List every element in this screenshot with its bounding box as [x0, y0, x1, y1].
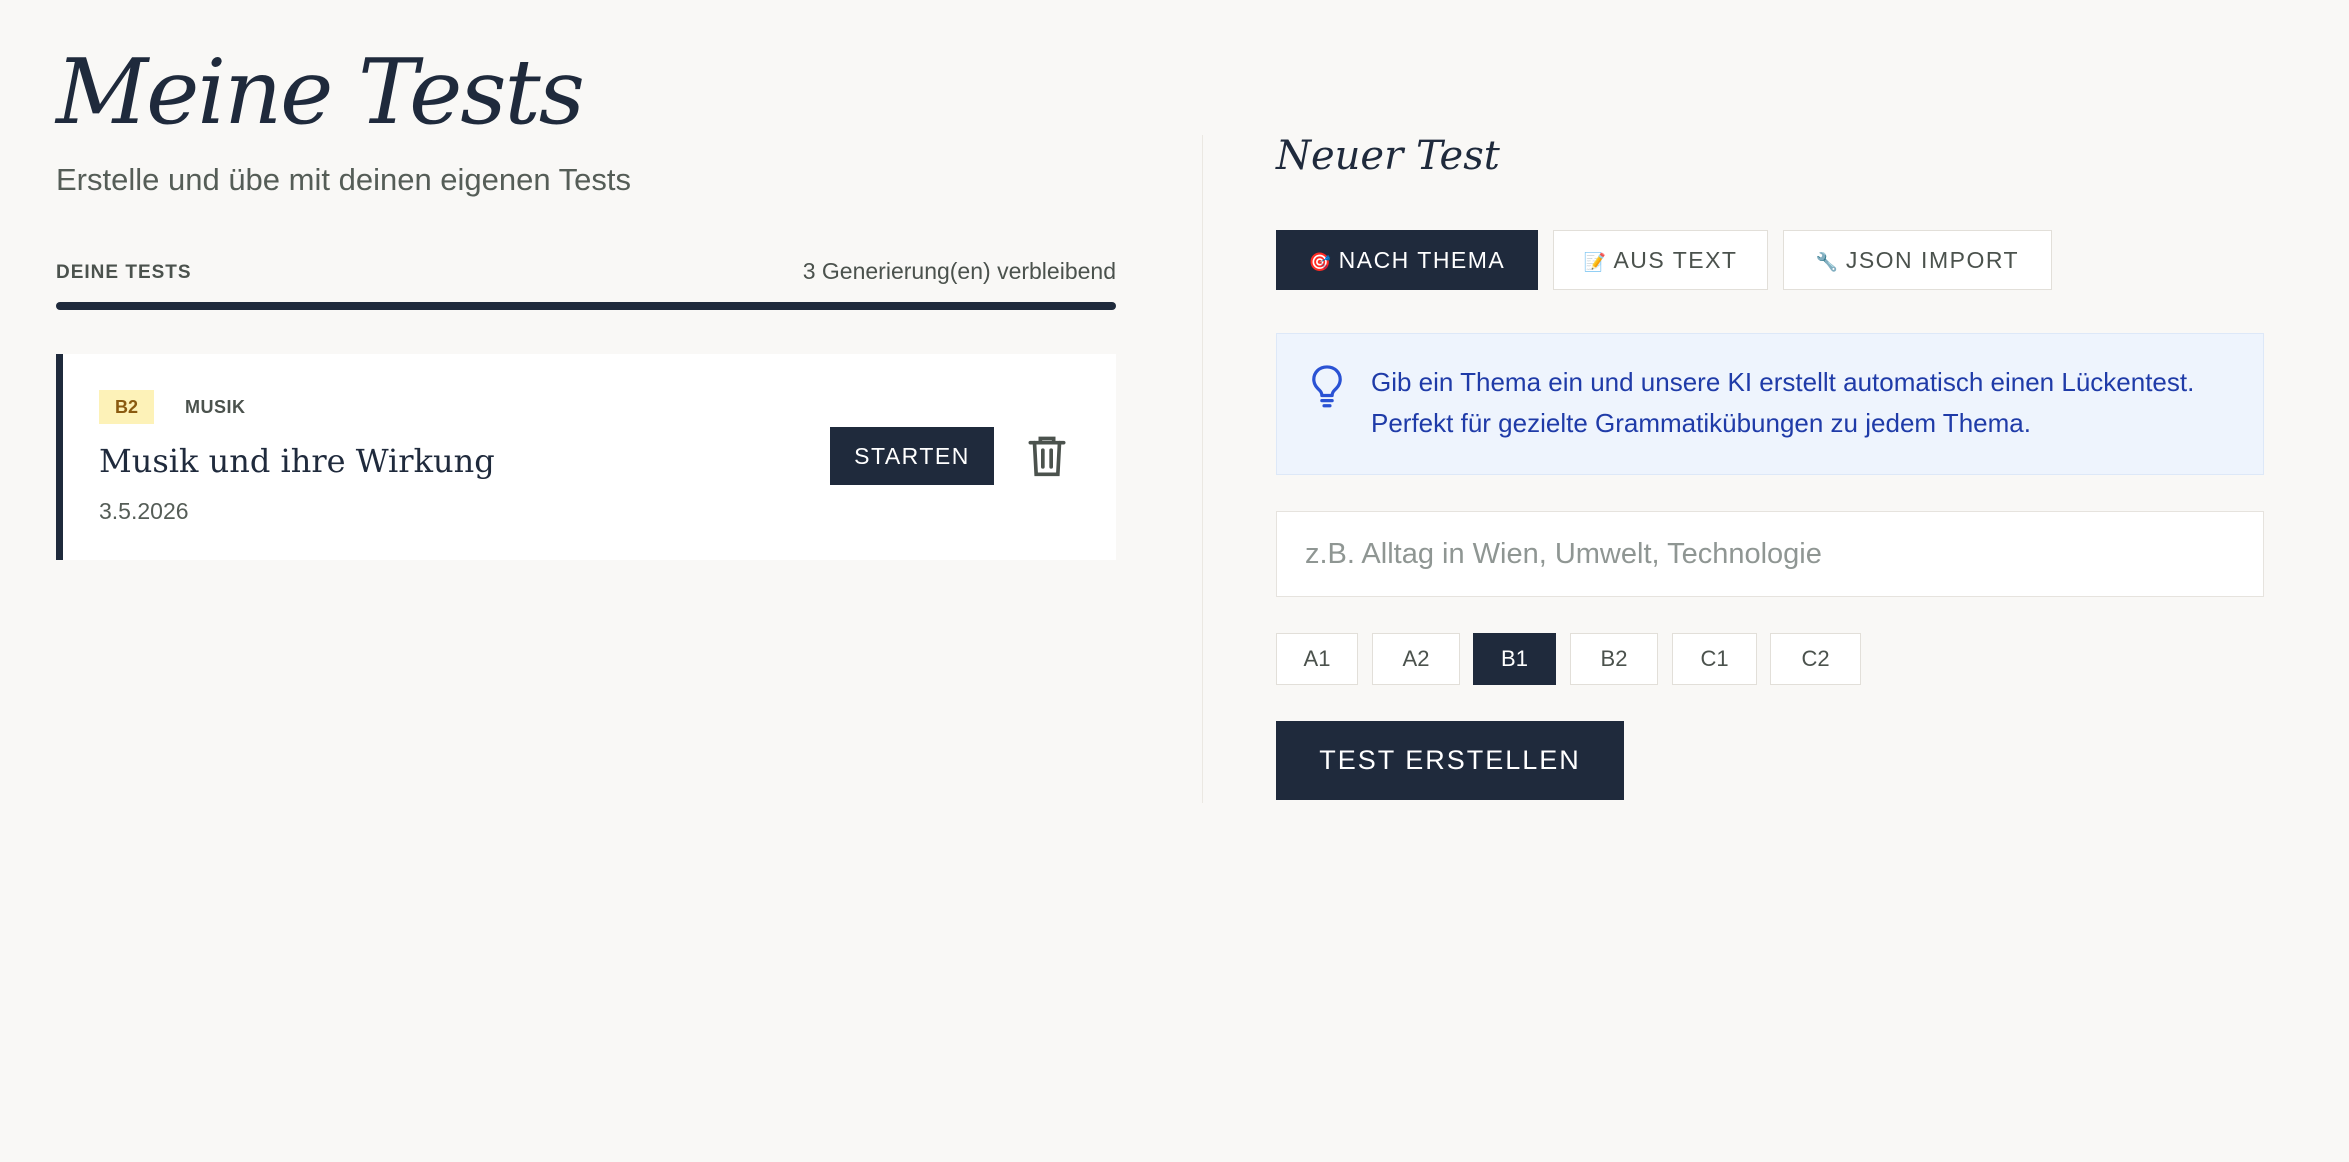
wrench-icon: 🔧: [1815, 251, 1840, 272]
level-option-c2[interactable]: C2: [1770, 633, 1861, 685]
page-title: Meine Tests: [56, 40, 585, 145]
tab-label: AUS TEXT: [1613, 246, 1738, 273]
level-option-a1[interactable]: A1: [1276, 633, 1358, 685]
tests-divider: [56, 302, 1116, 310]
topic-input[interactable]: [1276, 511, 2264, 597]
trash-icon: [1028, 436, 1066, 477]
level-option-b1[interactable]: B1: [1473, 633, 1556, 685]
new-test-title: Neuer Test: [1276, 133, 1500, 179]
level-option-a2[interactable]: A2: [1372, 633, 1460, 685]
start-test-button[interactable]: STARTEN: [830, 427, 994, 485]
level-option-b2[interactable]: B2: [1570, 633, 1658, 685]
memo-icon: 📝: [1583, 251, 1608, 272]
tab-label: JSON IMPORT: [1845, 246, 2020, 273]
tests-header: DEINE TESTS 3 Generierung(en) verbleiben…: [56, 256, 1116, 292]
info-box: Gib ein Thema ein und unsere KI erstellt…: [1276, 333, 2264, 475]
lightbulb-icon: [1312, 365, 1342, 408]
tab-aus-text[interactable]: 📝 AUS TEXT: [1553, 230, 1768, 290]
target-icon: 🎯: [1308, 251, 1333, 272]
test-card: B2 MUSIK Musik und ihre Wirkung 3.5.2026…: [56, 354, 1116, 560]
test-date: 3.5.2026: [99, 498, 189, 524]
create-test-button[interactable]: TEST ERSTELLEN: [1276, 721, 1624, 800]
tests-section-label: DEINE TESTS: [56, 262, 192, 283]
page: Meine Tests Erstelle und übe mit deinen …: [0, 0, 2349, 1162]
level-option-c1[interactable]: C1: [1672, 633, 1757, 685]
tab-json-import[interactable]: 🔧 JSON IMPORT: [1783, 230, 2052, 290]
level-badge: B2: [99, 390, 155, 424]
generations-remaining: 3 Generierung(en) verbleibend: [802, 258, 1116, 284]
column-divider: [1202, 135, 1203, 803]
tab-label: NACH THEMA: [1338, 246, 1506, 273]
topic-badge: MUSIK: [185, 397, 246, 417]
test-title: Musik und ihre Wirkung: [99, 442, 495, 480]
tab-nach-thema[interactable]: 🎯 NACH THEMA: [1276, 230, 1538, 290]
info-text: Gib ein Thema ein und unsere KI erstellt…: [1371, 367, 2195, 438]
delete-test-button[interactable]: [1023, 430, 1071, 482]
page-subtitle: Erstelle und übe mit deinen eigenen Test…: [56, 162, 632, 197]
